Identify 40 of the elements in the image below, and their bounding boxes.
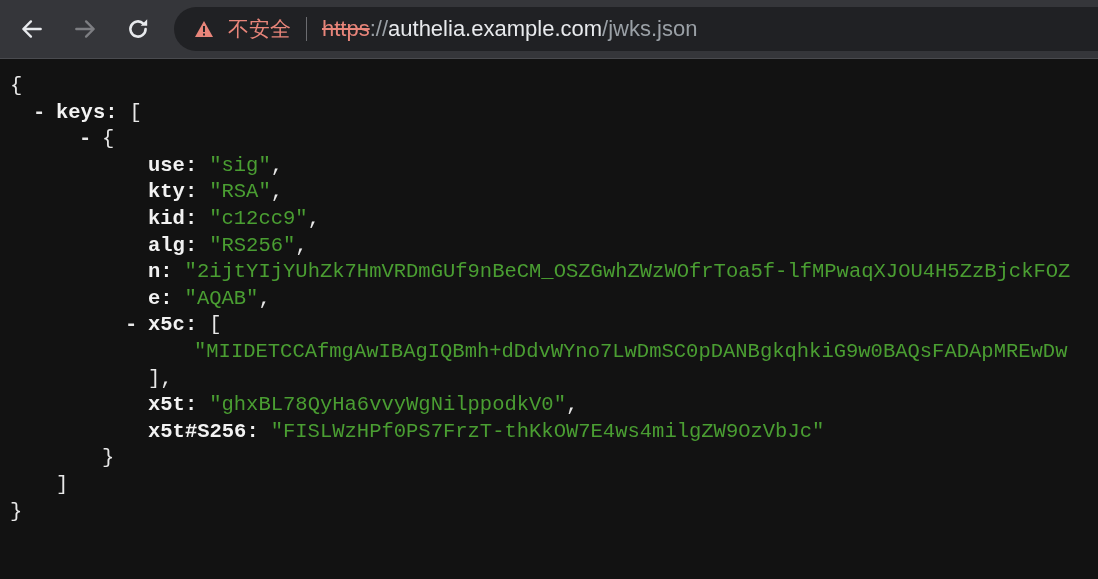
json-value: "RSA"	[209, 180, 271, 204]
collapse-toggle[interactable]: -	[79, 126, 92, 153]
json-value: "RS256"	[209, 233, 296, 257]
json-value: "ghxBL78QyHa6vvyWgNilppodkV0"	[209, 393, 566, 417]
open-bracket: {	[102, 127, 115, 151]
url-text: https://authelia.example.com/jwks.json	[322, 16, 698, 42]
comma: ,	[258, 286, 271, 310]
json-value: "MIIDETCCAfmgAwIBAgIQBmh+dDdvWYno7LwDmSC0pDANBgkqhkiG9w0BAQsFADApMREwDw	[194, 339, 1068, 363]
open-bracket: [	[209, 313, 222, 337]
json-key: alg:	[148, 233, 198, 257]
comma: ,	[270, 153, 284, 177]
close-bracket: ],	[148, 366, 173, 390]
open-bracket: [	[129, 100, 142, 124]
close-bracket: ]	[56, 472, 69, 496]
security-label: 不安全	[228, 16, 291, 43]
warning-icon	[194, 20, 214, 38]
json-value: "2ijtYIjYUhZk7HmVRDmGUf9nBeCM_OSZGwhZWzWOfrToa5f-lfMPwaqXJOU4H5ZzBjckFOZ	[184, 260, 1071, 284]
comma: ,	[270, 180, 284, 204]
json-key: kty:	[148, 180, 198, 204]
close-bracket: }	[102, 446, 115, 470]
json-key: n:	[148, 260, 173, 284]
comma: ,	[566, 393, 579, 417]
json-key: kid:	[148, 206, 198, 230]
json-value: "sig"	[209, 153, 271, 177]
collapse-toggle[interactable]: -	[33, 99, 46, 127]
json-key: x5c:	[148, 313, 198, 337]
close-bracket: }	[10, 499, 23, 523]
json-key: keys:	[56, 100, 118, 124]
comma: ,	[295, 233, 308, 257]
json-value: "c12cc9"	[209, 206, 308, 230]
json-value: "AQAB"	[184, 286, 259, 310]
json-key: e:	[148, 286, 173, 310]
json-key: x5t#S256:	[148, 419, 259, 443]
comma: ,	[307, 206, 320, 230]
open-bracket: {	[10, 74, 23, 97]
json-key: x5t:	[148, 393, 198, 417]
json-value: "FISLWzHPf0PS7FrzT-thKkOW7E4ws4milgZW9OzVbJc"	[270, 419, 825, 443]
json-key: use:	[148, 153, 198, 177]
address-bar[interactable]: 不安全 https://authelia.example.com/jwks.json	[174, 7, 1098, 51]
collapse-toggle[interactable]: -	[125, 312, 138, 339]
